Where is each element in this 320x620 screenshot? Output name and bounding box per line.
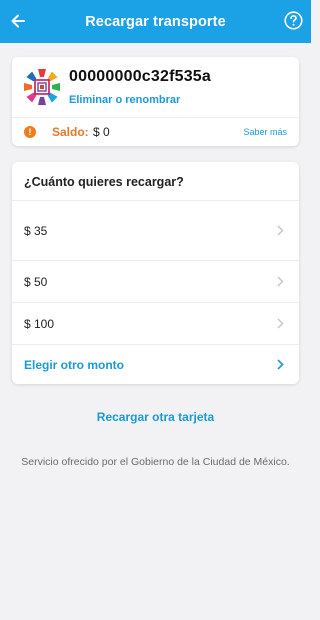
arrow-left-icon [11, 14, 25, 28]
help-button[interactable] [283, 10, 304, 31]
amount-label: $ 50 [24, 274, 48, 289]
learn-more-link[interactable]: Saber más [243, 127, 287, 137]
amount-option-100[interactable]: $ 100 [12, 302, 299, 344]
divider [12, 117, 299, 118]
other-amount-label: Elegir otro monto [24, 357, 124, 372]
warning-icon: ! [24, 126, 36, 138]
card-number: 00000000c32f535a [69, 68, 212, 85]
chevron-right-icon [277, 225, 285, 237]
other-amount-option[interactable]: Elegir otro monto [12, 344, 299, 384]
balance-label: Saldo: [52, 125, 89, 139]
amount-label: $ 35 [24, 223, 48, 238]
amount-option-35[interactable]: $ 35 [12, 200, 299, 260]
chevron-right-icon [277, 318, 285, 330]
transport-card-panel: 00000000c32f535a Eliminar o renombrar ! … [12, 57, 299, 146]
recharge-other-card-link[interactable]: Recargar otra tarjeta [0, 410, 311, 424]
balance-value: $ 0 [93, 125, 110, 139]
question-circle-icon [284, 11, 303, 30]
page-title: Recargar transporte [85, 14, 226, 30]
amount-question: ¿Cuánto quieres recargar? [24, 175, 184, 189]
amount-option-50[interactable]: $ 50 [12, 260, 299, 302]
app-header: Recargar transporte [0, 0, 311, 43]
amount-label: $ 100 [24, 316, 55, 331]
chevron-right-icon [277, 359, 285, 371]
chevron-right-icon [277, 276, 285, 288]
recharge-amounts-panel: ¿Cuánto quieres recargar? $ 35 $ 50 $ 10… [12, 162, 299, 384]
footer-disclaimer: Servicio ofrecido por el Gobierno de la … [21, 456, 290, 468]
cdmx-logo-icon [24, 69, 60, 105]
rename-card-link[interactable]: Eliminar o renombrar [69, 94, 180, 106]
back-button[interactable] [8, 11, 28, 31]
